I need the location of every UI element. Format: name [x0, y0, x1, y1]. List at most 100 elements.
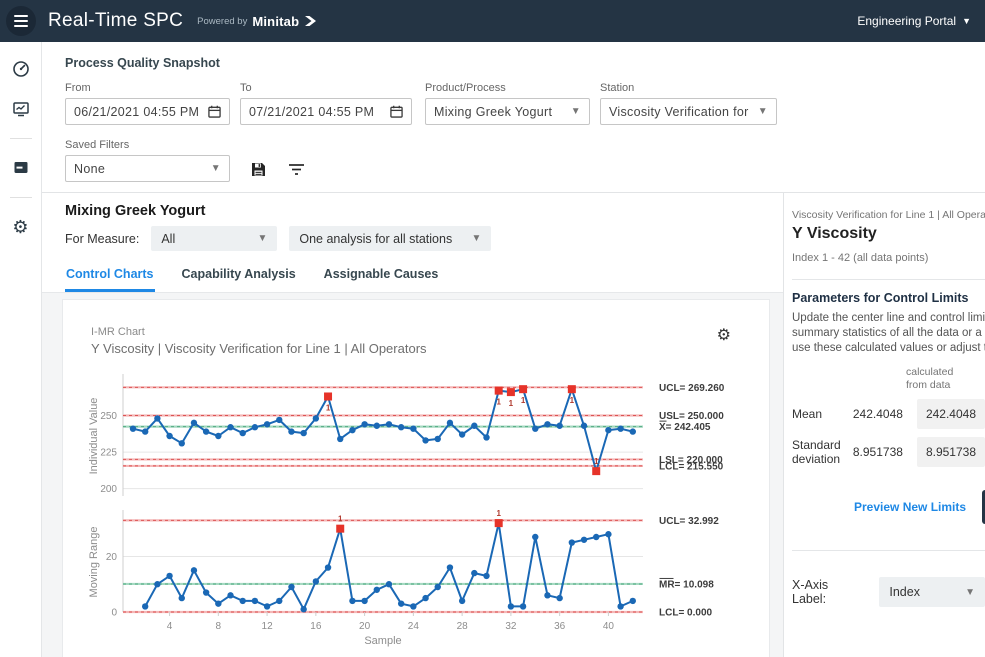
- minitab-logo-icon: [304, 15, 317, 27]
- portal-menu-label: Engineering Portal: [857, 14, 956, 28]
- measure-select[interactable]: All ▼: [151, 226, 277, 251]
- calculated-from-data-header: calculated from data: [906, 366, 985, 392]
- panel-title: Y Viscosity: [792, 225, 985, 243]
- svg-text:1: 1: [570, 396, 575, 405]
- main-content: Mixing Greek Yogurt For Measure: All ▼ O…: [42, 193, 783, 657]
- tab-bar: Control Charts Capability Analysis Assig…: [42, 263, 783, 293]
- svg-text:24: 24: [408, 621, 420, 632]
- to-label: To: [240, 82, 412, 94]
- svg-text:250: 250: [100, 411, 117, 422]
- product-process-label: Product/Process: [425, 82, 590, 94]
- chart-area: I-MR Chart Y Viscosity | Viscosity Verif…: [42, 293, 783, 657]
- control-limits-panel: Viscosity Verification for Line 1 | All …: [783, 193, 985, 657]
- from-date-input[interactable]: 06/21/2021 04:55 PM: [65, 98, 230, 125]
- chart-settings-gear-icon[interactable]: ⚙: [717, 328, 731, 344]
- chart-title: Y Viscosity | Viscosity Verification for…: [91, 341, 769, 356]
- svg-text:8: 8: [216, 621, 222, 632]
- individual-value-chart: UCL= 269.260USL= 250.000X= 242.405LSL= 2…: [83, 372, 769, 504]
- svg-text:1: 1: [594, 457, 599, 466]
- parameters-heading: Parameters for Control Limits: [792, 291, 985, 305]
- filters-section: Process Quality Snapshot From 06/21/2021…: [42, 42, 985, 193]
- analysis-mode-value: One analysis for all stations: [299, 232, 452, 246]
- panel-divider: [792, 279, 985, 280]
- chevron-down-icon: ▼: [461, 233, 481, 244]
- sidebar-divider: [10, 197, 32, 198]
- dashboard-gauge-icon[interactable]: [8, 56, 34, 82]
- chevron-down-icon: ▼: [955, 587, 975, 598]
- sidebar: ⚙: [0, 42, 42, 657]
- svg-text:40: 40: [603, 621, 615, 632]
- filter-icon-button[interactable]: [286, 159, 306, 179]
- mean-label: Mean: [792, 407, 853, 421]
- product-process-select[interactable]: Mixing Greek Yogurt ▼: [425, 98, 590, 125]
- svg-text:20: 20: [359, 621, 371, 632]
- svg-text:UCL= 32.992: UCL= 32.992: [659, 516, 719, 527]
- product-process-value: Mixing Greek Yogurt: [434, 105, 565, 119]
- moving-range-chart: UCL= 32.992MR= 10.098LCL= 0.000020Moving…: [83, 504, 769, 652]
- charts-monitor-icon[interactable]: [8, 96, 34, 122]
- process-title: Mixing Greek Yogurt: [65, 203, 783, 219]
- mean-row: Mean 242.4048 242.4048: [792, 398, 985, 430]
- parameters-description: Update the center line and control limit…: [792, 311, 985, 356]
- svg-text:16: 16: [310, 621, 322, 632]
- station-select[interactable]: Viscosity Verification for ... ▼: [600, 98, 777, 125]
- svg-text:UCL= 269.260: UCL= 269.260: [659, 383, 725, 394]
- svg-text:1: 1: [521, 396, 526, 405]
- app-title: Real-Time SPC: [48, 10, 183, 32]
- index-range-info: Index 1 - 42 (all data points): [792, 252, 985, 264]
- imr-charts: UCL= 269.260USL= 250.000X= 242.405LSL= 2…: [83, 372, 769, 652]
- svg-text:LCL= 0.000: LCL= 0.000: [659, 608, 713, 619]
- svg-text:200: 200: [100, 484, 117, 495]
- saved-filters-select[interactable]: None ▼: [65, 155, 230, 182]
- section-title: Process Quality Snapshot: [65, 56, 985, 70]
- svg-text:20: 20: [106, 552, 118, 563]
- svg-text:X= 242.405: X= 242.405: [659, 422, 711, 433]
- x-axis-label: X-Axis Label:: [792, 578, 865, 606]
- chevron-down-icon: ▼: [571, 106, 581, 117]
- to-date-value: 07/21/2021 04:55 PM: [249, 105, 390, 119]
- stddev-input[interactable]: 8.951738: [917, 437, 985, 467]
- sidebar-divider: [10, 138, 32, 139]
- saved-filters-label: Saved Filters: [65, 139, 230, 151]
- chevron-down-icon: ▼: [211, 163, 221, 174]
- svg-text:1: 1: [338, 515, 343, 524]
- calendar-icon[interactable]: [390, 105, 403, 118]
- svg-text:Sample: Sample: [364, 635, 401, 647]
- svg-text:4: 4: [167, 621, 173, 632]
- calendar-icon[interactable]: [208, 105, 221, 118]
- panel-subtitle: Viscosity Verification for Line 1 | All …: [792, 209, 985, 221]
- mean-calculated-value: 242.4048: [853, 407, 903, 421]
- x-axis-select[interactable]: Index ▼: [879, 577, 985, 607]
- mean-input[interactable]: 242.4048: [917, 399, 985, 429]
- x-axis-value: Index: [889, 585, 920, 599]
- portal-menu[interactable]: Engineering Portal ▼: [857, 14, 971, 28]
- hamburger-menu-button[interactable]: [6, 6, 36, 36]
- svg-text:1: 1: [496, 398, 501, 407]
- brand-name: Minitab: [252, 14, 299, 29]
- powered-by: Powered by Minitab: [197, 14, 317, 29]
- svg-text:Moving Range: Moving Range: [88, 527, 100, 598]
- tab-capability-analysis[interactable]: Capability Analysis: [181, 263, 297, 292]
- settings-gear-icon[interactable]: ⚙: [8, 214, 34, 240]
- imr-chart-card: I-MR Chart Y Viscosity | Viscosity Verif…: [62, 299, 770, 657]
- to-date-input[interactable]: 07/21/2021 04:55 PM: [240, 98, 412, 125]
- chart-type-label: I-MR Chart: [91, 326, 769, 338]
- svg-text:1: 1: [326, 403, 331, 412]
- data-storage-icon[interactable]: [8, 155, 34, 181]
- from-label: From: [65, 82, 230, 94]
- preview-new-limits-link[interactable]: Preview New Limits: [854, 500, 966, 514]
- powered-by-label: Powered by: [197, 16, 247, 27]
- panel-divider: [792, 550, 985, 551]
- stddev-calculated-value: 8.951738: [853, 445, 903, 459]
- for-measure-label: For Measure:: [65, 232, 139, 246]
- station-value: Viscosity Verification for ...: [609, 105, 752, 119]
- tab-control-charts[interactable]: Control Charts: [65, 263, 155, 292]
- svg-text:Individual Value: Individual Value: [88, 398, 100, 475]
- analysis-mode-select[interactable]: One analysis for all stations ▼: [289, 226, 491, 251]
- tab-assignable-causes[interactable]: Assignable Causes: [323, 263, 440, 292]
- svg-text:LCL= 215.550: LCL= 215.550: [659, 461, 724, 472]
- svg-text:1: 1: [496, 509, 501, 518]
- save-filter-button[interactable]: [248, 159, 268, 179]
- svg-text:0: 0: [111, 608, 117, 619]
- app-header: Real-Time SPC Powered by Minitab Enginee…: [0, 0, 985, 42]
